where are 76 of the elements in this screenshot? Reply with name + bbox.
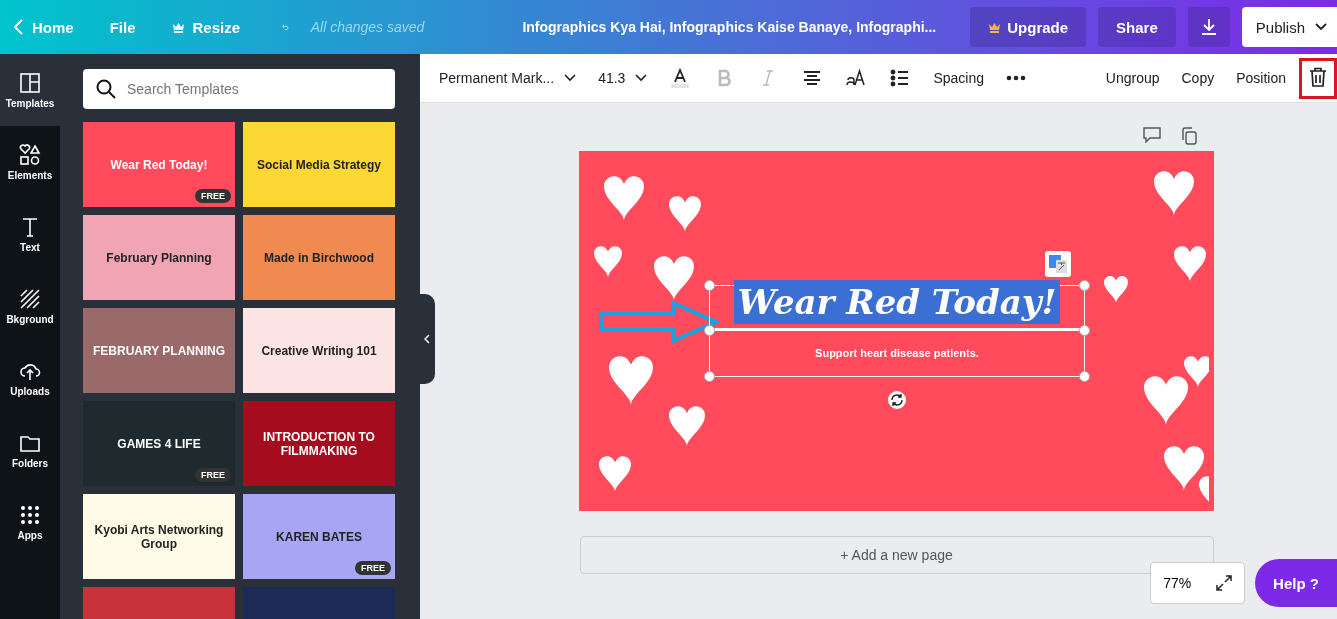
delete-button[interactable] bbox=[1299, 57, 1337, 99]
trash-icon bbox=[1309, 66, 1327, 87]
template-title: Made in Birchwood bbox=[264, 250, 374, 265]
template-thumbnail[interactable]: GAMES 4 LIFE FREE bbox=[83, 401, 235, 486]
template-title: Kyobi Arts Networking Group bbox=[93, 522, 225, 551]
resize-handle[interactable] bbox=[1079, 371, 1090, 382]
upgrade-button[interactable]: Upgrade bbox=[970, 7, 1087, 47]
template-title: Wear Red Today! bbox=[110, 157, 208, 172]
chevron-down-icon bbox=[1315, 23, 1327, 31]
expand-icon[interactable] bbox=[1215, 575, 1232, 591]
free-badge: FREE bbox=[195, 468, 231, 482]
template-thumbnail[interactable]: Wear Red Today! FREE bbox=[83, 122, 235, 207]
add-page-button[interactable]: + Add a new page bbox=[579, 536, 1214, 574]
chevron-left-icon bbox=[424, 334, 430, 344]
tab-icon bbox=[19, 287, 41, 310]
back-icon bbox=[14, 19, 24, 35]
template-thumbnail[interactable]: Made in Birchwood bbox=[243, 215, 395, 300]
toolbar-action[interactable]: Copy bbox=[1172, 64, 1224, 92]
sidebar-tab[interactable]: Templates bbox=[0, 54, 60, 126]
template-thumbnail[interactable]: INTRODUCTION TO FILMMAKING bbox=[243, 401, 395, 486]
page-heading[interactable]: Wear Red Today! bbox=[733, 280, 1061, 324]
free-badge: FREE bbox=[195, 189, 231, 203]
zoom-level: 77% bbox=[1163, 575, 1192, 591]
template-title: February Planning bbox=[106, 250, 212, 265]
toolbar-action[interactable]: Position bbox=[1227, 64, 1295, 92]
chevron-down-icon bbox=[635, 74, 648, 82]
document-title[interactable]: Infographics Kya Hai, Infographics Kaise Banaye, Infographi... bbox=[522, 19, 937, 35]
resize-handle[interactable] bbox=[704, 280, 715, 291]
template-thumbnail[interactable]: February Planning bbox=[83, 215, 235, 300]
help-button[interactable]: Help ? bbox=[1255, 559, 1337, 607]
save-status: All changes saved bbox=[310, 19, 425, 35]
template-thumbnail[interactable]: Social Media Strategy bbox=[243, 122, 395, 207]
template-thumbnail[interactable]: Kyobi Arts Networking Group bbox=[83, 494, 235, 579]
search-field[interactable]: Search Templates bbox=[83, 69, 395, 109]
sidebar-tab[interactable]: Bkground bbox=[0, 270, 60, 342]
download-button[interactable] bbox=[1187, 7, 1230, 47]
toolbar-action[interactable]: Ungroup bbox=[1096, 64, 1169, 92]
template-title: Creative Writing 101 bbox=[261, 343, 377, 358]
template-thumbnail[interactable]: KAREN BATES FREE bbox=[243, 494, 395, 579]
template-thumbnail[interactable]: FEBRUARY PLANNING bbox=[83, 308, 235, 393]
resize-handle[interactable] bbox=[1079, 280, 1090, 291]
tab-icon bbox=[19, 71, 41, 94]
resize-handle[interactable] bbox=[704, 325, 715, 336]
template-title: GAMES 4 LIFE bbox=[117, 436, 201, 451]
font-size-dropdown[interactable]: 41.3 bbox=[589, 64, 657, 92]
crown-icon bbox=[988, 21, 1002, 33]
sidebar-tab[interactable]: Elements bbox=[0, 126, 60, 198]
free-badge: FREE bbox=[355, 561, 391, 575]
share-button[interactable]: Share bbox=[1098, 7, 1176, 47]
publish-button[interactable]: Publish bbox=[1241, 7, 1337, 47]
resize-handle[interactable] bbox=[1079, 325, 1090, 336]
sidebar-tab[interactable]: Apps bbox=[0, 486, 60, 558]
crown-icon bbox=[171, 21, 185, 33]
duplicate-icon[interactable] bbox=[1181, 127, 1197, 145]
font-dropdown[interactable]: Permanent Mark... bbox=[430, 64, 586, 92]
tab-icon bbox=[19, 503, 41, 526]
tab-icon bbox=[19, 143, 41, 166]
template-thumbnail[interactable]: Creative Writing 101 bbox=[243, 308, 395, 393]
sidebar-tab[interactable]: Folders bbox=[0, 414, 60, 486]
template-title: KAREN BATES bbox=[276, 529, 362, 544]
template-title: INTRODUCTION TO FILMMAKING bbox=[262, 429, 376, 458]
spacing-button[interactable]: Spacing bbox=[924, 64, 993, 92]
more-icon bbox=[1006, 75, 1026, 81]
translate-icon[interactable] bbox=[1045, 251, 1071, 277]
zoom-control[interactable]: 77% bbox=[1150, 562, 1245, 604]
format-icon bbox=[669, 67, 692, 89]
sidebar-tab[interactable]: Uploads bbox=[0, 342, 60, 414]
sidebar-tab[interactable]: Text bbox=[0, 198, 60, 270]
template-title: FEBRUARY PLANNING bbox=[93, 343, 225, 358]
template-title: Social Media Strategy bbox=[256, 157, 381, 172]
collapse-handle[interactable] bbox=[419, 294, 435, 384]
download-icon bbox=[1199, 18, 1218, 36]
comment-icon[interactable] bbox=[1143, 127, 1161, 143]
chevron-down-icon bbox=[564, 74, 577, 82]
resize-handle[interactable] bbox=[704, 371, 715, 382]
rotate-handle-icon[interactable] bbox=[887, 390, 907, 410]
